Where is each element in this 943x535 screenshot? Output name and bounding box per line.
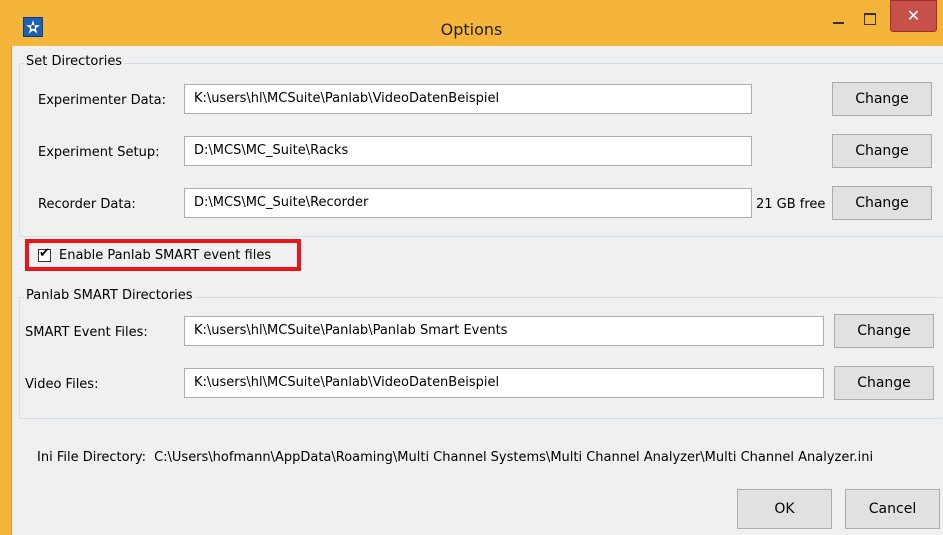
enable-smart-highlight: ✔ Enable Panlab SMART event files (25, 239, 301, 271)
window-title: Options (440, 20, 503, 39)
smart-event-files-field[interactable]: K:\users\hl\MCSuite\Panlab\Panlab Smart … (184, 316, 824, 346)
ok-button[interactable]: OK (737, 489, 832, 529)
smart-directories-title: Panlab SMART Directories (24, 288, 195, 303)
ini-file-row: Ini File Directory: C:\Users\hofmann\AppD… (37, 450, 873, 465)
close-icon: ✕ (906, 6, 921, 25)
enable-smart-checkbox[interactable]: ✔ (38, 246, 51, 262)
experimenter-data-label: Experimenter Data: (38, 93, 167, 108)
video-files-label: Video Files: (25, 377, 99, 392)
experiment-setup-change-button[interactable]: Change (832, 134, 932, 168)
video-files-change-button[interactable]: Change (834, 366, 934, 400)
recorder-data-change-button[interactable]: Change (832, 186, 932, 220)
experiment-setup-label: Experiment Setup: (38, 145, 160, 160)
experimenter-data-change-button[interactable]: Change (832, 82, 932, 116)
video-files-field[interactable]: K:\users\hl\MCSuite\Panlab\VideoDatenBei… (184, 368, 824, 398)
experimenter-data-field[interactable]: K:\users\hl\MCSuite\Panlab\VideoDatenBei… (184, 84, 752, 114)
smart-event-files-label: SMART Event Files: (25, 325, 148, 340)
smart-event-files-change-button[interactable]: Change (834, 314, 934, 348)
maximize-icon (864, 13, 876, 25)
close-button[interactable]: ✕ (890, 0, 937, 32)
set-directories-title: Set Directories (24, 54, 125, 69)
recorder-data-label: Recorder Data: (38, 197, 136, 212)
minimize-button[interactable] (826, 6, 850, 32)
recorder-free-space: 21 GB free (756, 197, 826, 212)
ini-file-path: C:\Users\hofmann\AppData\Roaming\Multi C… (154, 450, 874, 465)
recorder-data-field[interactable]: D:\MCS\MC_Suite\Recorder (184, 188, 752, 218)
options-window: Options ✕ Set Directories Experimenter D… (0, 0, 943, 535)
cancel-button[interactable]: Cancel (845, 489, 940, 529)
checkmark-icon: ✔ (39, 246, 50, 261)
enable-smart-label[interactable]: Enable Panlab SMART event files (59, 248, 271, 263)
maximize-button[interactable] (857, 6, 883, 32)
experiment-setup-field[interactable]: D:\MCS\MC_Suite\Racks (184, 136, 752, 166)
ini-file-label: Ini File Directory: (37, 450, 147, 465)
minimize-icon (833, 22, 844, 24)
title-bar[interactable]: Options ✕ (0, 0, 943, 39)
dialog-body: Set Directories Experimenter Data: K:\us… (11, 46, 943, 535)
